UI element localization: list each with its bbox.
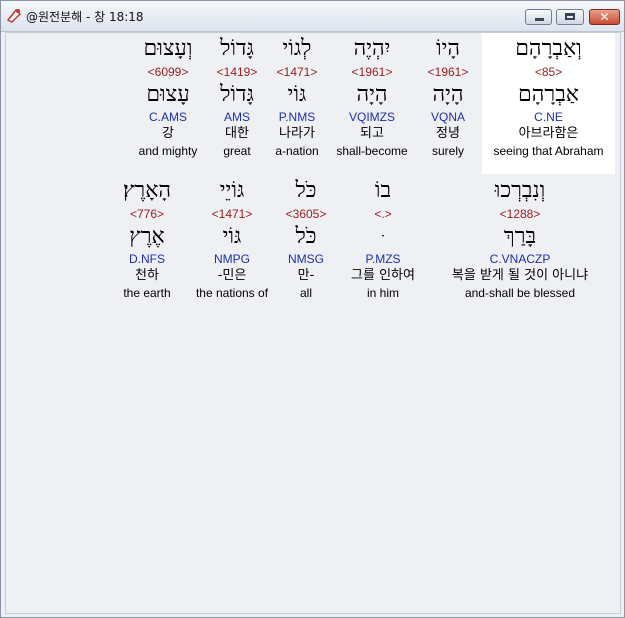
korean-gloss: 만- — [297, 268, 315, 283]
hebrew-word: יִהְיֶה — [353, 36, 391, 61]
title-bar[interactable]: @원전분해 - 창 18:18 ✕ — [1, 1, 624, 32]
morphology-code: D.NFS — [129, 252, 165, 266]
morphology-code: VQNA — [430, 110, 465, 124]
hebrew-word: לְגוֹי — [282, 36, 312, 61]
morphology-code: P.NMS — [278, 110, 316, 124]
strong-number: <1471> — [211, 207, 253, 221]
hebrew-lemma: גָּדוֹל — [220, 82, 254, 107]
korean-gloss: 복을 받게 될 것이 아니냐 — [451, 268, 589, 283]
strong-number: <85> — [534, 65, 563, 79]
hebrew-word: וְנִבְרְכוּ — [494, 178, 546, 203]
english-gloss: surely — [431, 144, 464, 158]
hebrew-lemma: עָצוּם — [146, 82, 190, 107]
english-gloss: all — [299, 286, 312, 300]
strong-number: <1471> — [276, 65, 318, 79]
korean-gloss: 정녕 — [436, 126, 460, 141]
hebrew-word: כֹּל — [295, 178, 317, 203]
word-cell[interactable]: בוֹ <.> ּ P.MZS 그를 인하여 in him — [338, 177, 428, 301]
hebrew-word: וְאַבְרָהָם — [515, 36, 582, 61]
word-cell[interactable]: וְאַבְרָהָם <85> אַבְרָהָם C.NE 아브라함은 se… — [482, 35, 615, 159]
hebrew-lemma: הָיָה — [356, 82, 388, 107]
strong-number: <1419> — [216, 65, 258, 79]
morphology-code: VQIMZS — [348, 110, 395, 124]
word-cell[interactable]: לְגוֹי <1471> גּוֹי P.NMS 나라가 a-nation — [269, 35, 325, 159]
hebrew-word: הָיוֹ — [435, 36, 461, 61]
word-cell[interactable]: גָּדוֹל <1419> גָּדוֹל AMS 대한 great — [209, 35, 265, 159]
korean-gloss: 그를 인하여 — [351, 268, 415, 283]
strong-number: <3605> — [285, 207, 327, 221]
strong-number: <776> — [129, 207, 165, 221]
english-gloss: great — [223, 144, 251, 158]
close-icon: ✕ — [599, 10, 610, 24]
morphology-code: AMS — [223, 110, 250, 124]
korean-gloss: 나라가 — [279, 126, 315, 141]
hebrew-lemma: גּוֹי — [222, 224, 242, 249]
hebrew-lemma: הָיָה — [432, 82, 464, 107]
morphology-code: C.NE — [534, 110, 563, 124]
word-cell[interactable]: הָיוֹ <1961> הָיָה VQNA 정녕 surely — [411, 35, 485, 159]
korean-gloss: 대한 — [225, 126, 249, 141]
hebrew-word: גּוֹיֵי — [219, 178, 245, 203]
hebrew-word: גָּדוֹל — [220, 36, 254, 61]
word-cell[interactable]: וְעָצוּם <6099> עָצוּם C.AMS 강 and might… — [132, 35, 204, 159]
hebrew-lemma: כֹּל — [295, 224, 317, 249]
hebrew-lemma: אַבְרָהָם — [518, 82, 579, 107]
english-gloss: the nations of — [195, 286, 269, 300]
english-gloss: and mighty — [138, 144, 198, 158]
hebrew-word: בוֹ — [374, 178, 392, 203]
app-window: @원전분해 - 창 18:18 ✕ וְאַבְרָהָם <85> אַבְר… — [0, 0, 625, 618]
hebrew-lemma: ּ — [338, 223, 428, 251]
korean-gloss: -민은 — [217, 268, 247, 283]
morphology-code: C.AMS — [148, 110, 187, 124]
hebrew-lemma: בָּרַךְ — [503, 224, 537, 249]
app-logo-icon — [6, 8, 22, 23]
hebrew-word: וְעָצוּם — [143, 36, 193, 61]
english-gloss: shall-become — [336, 144, 408, 158]
word-cell[interactable]: כֹּל <3605> כֹּל NMSG 만- all — [278, 177, 334, 301]
hebrew-word: הָאָרֶץ׃ — [122, 178, 172, 203]
close-button[interactable]: ✕ — [589, 9, 620, 25]
korean-gloss: 아브라함은 — [518, 126, 579, 141]
strong-number: <1961> — [351, 65, 393, 79]
korean-gloss: 강 — [162, 126, 174, 141]
strong-number: <1961> — [427, 65, 469, 79]
window-title: @원전분해 - 창 18:18 — [26, 10, 144, 24]
hebrew-lemma: גּוֹי — [287, 82, 307, 107]
maximize-icon — [557, 10, 583, 24]
strong-number: <6099> — [147, 65, 189, 79]
english-gloss: a-nation — [275, 144, 319, 158]
hebrew-lemma: אֶרֶץ — [129, 224, 165, 249]
english-gloss: seeing that Abraham — [493, 144, 604, 158]
minimize-icon — [526, 10, 551, 24]
morphology-code: C.VNACZP — [489, 252, 551, 266]
morphology-code: P.MZS — [365, 252, 401, 266]
minimize-button[interactable] — [525, 9, 552, 25]
word-cell[interactable]: יִהְיֶה <1961> הָיָה VQIMZS 되고 shall-bec… — [332, 35, 412, 159]
morphology-code: NMSG — [288, 252, 324, 266]
interlinear-panel: וְאַבְרָהָם <85> אַבְרָהָם C.NE 아브라함은 se… — [5, 32, 621, 614]
word-cell[interactable]: הָאָרֶץ׃ <776> אֶרֶץ D.NFS 천하 the earth — [112, 177, 182, 301]
maximize-button[interactable] — [556, 9, 584, 25]
strong-number: <.> — [374, 207, 392, 221]
word-cell[interactable]: וְנִבְרְכוּ <1288> בָּרַךְ C.VNACZP 복을 받… — [430, 177, 610, 301]
korean-gloss: 되고 — [360, 126, 384, 141]
english-gloss: and-shall be blessed — [464, 286, 576, 300]
morphology-code: NMPG — [214, 252, 250, 266]
english-gloss: in him — [366, 286, 399, 300]
korean-gloss: 천하 — [135, 268, 159, 283]
english-gloss: the earth — [123, 286, 171, 300]
strong-number: <1288> — [499, 207, 541, 221]
word-cell[interactable]: גּוֹיֵי <1471> גּוֹי NMPG -민은 the nation… — [190, 177, 274, 301]
